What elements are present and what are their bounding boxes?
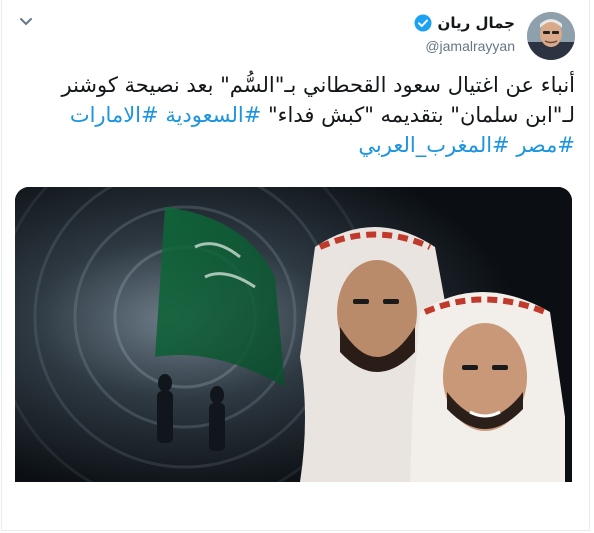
author-name-line[interactable]: جمال ريان — [414, 14, 515, 32]
tweet-text-segment: لـ"ابن سلمان" بتقديمه "كبش فداء" — [261, 103, 575, 127]
chevron-down-icon[interactable] — [15, 10, 37, 32]
tweet-text-line-2: لـ"ابن سلمان" بتقديمه "كبش فداء" #السعود… — [9, 100, 575, 130]
avatar-photo-icon — [527, 12, 575, 60]
photo-collage-icon — [15, 187, 572, 482]
tweet-header: جمال ريان @jamalrayyan — [15, 10, 575, 60]
tweet-text: أنباء عن اغتيال سعود القحطاني بـ"السُّم"… — [9, 70, 576, 160]
hashtag-link[interactable]: #المغرب_العربي — [358, 133, 509, 157]
tweet-text-line-1: أنباء عن اغتيال سعود القحطاني بـ"السُّم"… — [61, 73, 576, 97]
verified-badge-icon — [414, 14, 432, 32]
tweet-media-image[interactable] — [15, 187, 572, 482]
author-handle[interactable]: @jamalrayyan — [425, 38, 515, 54]
author-display-name[interactable]: جمال ريان — [438, 14, 515, 32]
tweet-card: جمال ريان @jamalrayyan أنباء عن اغتيال س… — [1, 0, 590, 531]
tweet-text-line-3: #مصر #المغرب_العربي — [9, 130, 575, 160]
hashtag-link[interactable]: #السعودية — [165, 103, 261, 127]
hashtag-link[interactable]: #مصر — [516, 133, 575, 157]
avatar[interactable] — [527, 12, 575, 60]
hashtag-link[interactable]: #الامارات — [70, 103, 159, 127]
